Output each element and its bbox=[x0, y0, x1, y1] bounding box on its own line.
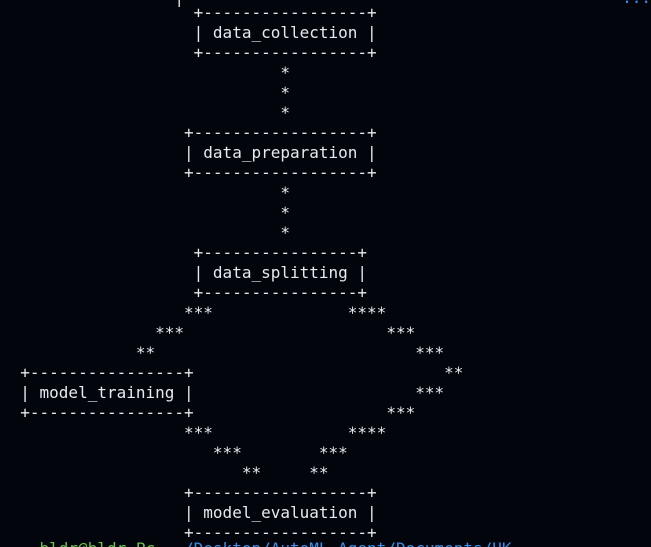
terminal-line: * bbox=[1, 223, 290, 242]
terminal-partial-top-right-text: ... bbox=[622, 0, 651, 8]
terminal-line: | model_evaluation | bbox=[1, 503, 377, 522]
terminal-line: +------------------+ bbox=[1, 163, 377, 182]
terminal-line: +----------------+ *** bbox=[1, 403, 416, 422]
terminal-line: *** **** bbox=[1, 303, 387, 322]
terminal-line: * bbox=[1, 183, 290, 202]
terminal-line: *** *** bbox=[1, 443, 348, 462]
terminal-line: +------------------+ bbox=[1, 123, 377, 142]
terminal-window[interactable]: | ... +-----------------+ | data_collect… bbox=[0, 0, 651, 547]
terminal-line: +-----------------+ bbox=[1, 43, 377, 62]
terminal-line: *** *** bbox=[1, 323, 416, 342]
terminal-partial-prompt: bldr@bldr-Pc ~/Desktop/AutoML-Agent/Docu… bbox=[0, 539, 651, 547]
terminal-line: +----------------+ bbox=[1, 283, 368, 302]
terminal-line: +------------------+ bbox=[1, 483, 377, 502]
terminal-line: | data_splitting | bbox=[1, 263, 368, 282]
terminal-line: | model_training | *** bbox=[1, 383, 445, 402]
terminal-line: ** *** bbox=[1, 343, 445, 362]
prompt-path: ~/Desktop/AutoML-Agent/Documents/UK bbox=[155, 539, 511, 547]
terminal-line: * bbox=[1, 83, 290, 102]
terminal-line: +----------------+ bbox=[1, 243, 368, 262]
terminal-line: +----------------+ ** bbox=[1, 363, 464, 382]
terminal-line: *** **** bbox=[1, 423, 387, 442]
terminal-prompt-line: bldr@bldr-Pc ~/Desktop/AutoML-Agent/Docu… bbox=[1, 539, 512, 547]
terminal-line: * bbox=[1, 203, 290, 222]
terminal-line: | data_preparation | bbox=[1, 143, 377, 162]
terminal-line: * bbox=[1, 103, 290, 122]
terminal-line: * bbox=[1, 63, 290, 82]
terminal-line: ** ** bbox=[1, 463, 329, 482]
terminal-line: | data_collection | bbox=[1, 23, 377, 42]
prompt-user-host: bldr@bldr-Pc bbox=[1, 539, 156, 547]
terminal-line: +-----------------+ bbox=[1, 3, 377, 22]
